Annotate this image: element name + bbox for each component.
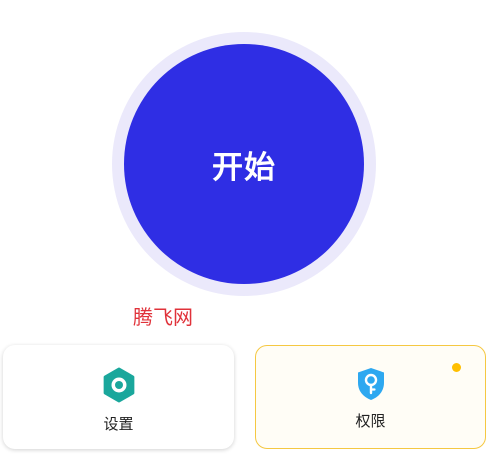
start-button-label: 开始	[212, 149, 276, 186]
gear-icon	[103, 367, 134, 403]
shield-key-icon	[357, 368, 384, 400]
notification-dot	[452, 363, 461, 372]
permissions-card[interactable]: 权限	[255, 345, 486, 449]
settings-card[interactable]: 设置	[3, 345, 234, 449]
permissions-card-label: 权限	[355, 412, 386, 430]
settings-card-label: 设置	[103, 415, 134, 433]
watermark-text: 腾飞网	[133, 305, 193, 329]
start-button[interactable]: 开始	[124, 44, 364, 284]
